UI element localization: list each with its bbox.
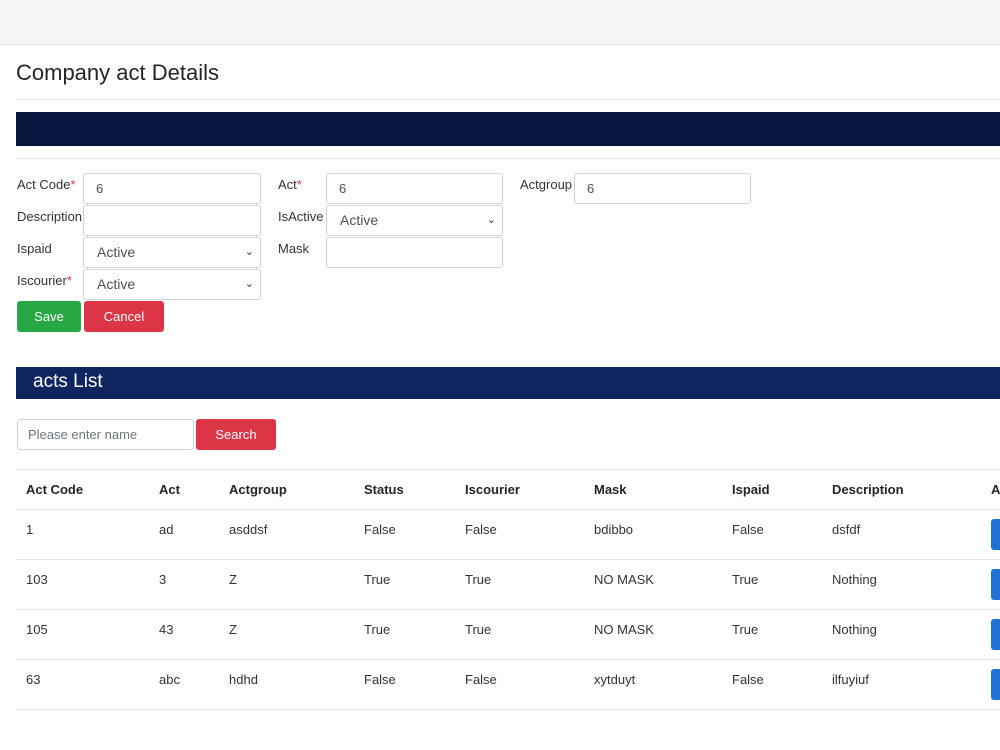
cell-iscourier: False [455, 659, 584, 710]
column-header-status: Status [354, 469, 455, 510]
cancel-button[interactable]: Cancel [84, 301, 164, 332]
act-code-input[interactable]: 6 [83, 173, 261, 204]
chevron-down-icon: ⌄ [486, 214, 496, 226]
cell-actgroup: Z [219, 609, 354, 660]
row-action-button[interactable] [991, 619, 1000, 650]
ispaid-select[interactable]: Active ⌄ [83, 237, 261, 268]
title-divider [16, 99, 1000, 100]
cell-act-code: 63 [16, 659, 149, 710]
cell-status: True [354, 559, 455, 610]
cell-mask: NO MASK [584, 609, 722, 660]
cell-description: Nothing [822, 609, 981, 660]
column-header-actgroup: Actgroup [219, 469, 354, 510]
table-row: 105 43 Z True True NO MASK True Nothing [16, 609, 1000, 660]
cell-act: ad [149, 509, 219, 560]
actgroup-label: Actgroup [520, 177, 573, 192]
iscourier-value: Active [97, 276, 136, 292]
search-input[interactable]: Please enter name [17, 419, 194, 450]
acts-table: Act Code Act Actgroup Status Iscourier M… [16, 469, 1000, 710]
cell-actgroup: Z [219, 559, 354, 610]
column-header-ispaid: Ispaid [722, 469, 822, 510]
cell-actgroup: asddsf [219, 509, 354, 560]
iscourier-select[interactable]: Active ⌄ [83, 269, 261, 300]
mask-label: Mask [278, 241, 310, 256]
cell-act: 3 [149, 559, 219, 610]
cell-mask: NO MASK [584, 559, 722, 610]
table-row: 63 abc hdhd False False xytduyt False il… [16, 659, 1000, 710]
table-header-row: Act Code Act Actgroup Status Iscourier M… [16, 469, 1000, 510]
isactive-select[interactable]: Active ⌄ [326, 205, 503, 236]
cell-act-code: 1 [16, 509, 149, 560]
row-action-button[interactable] [991, 669, 1000, 700]
column-header-actions: A [981, 469, 1000, 510]
cell-act-code: 103 [16, 559, 149, 610]
page-title: Company act Details [16, 60, 219, 85]
cell-actions [981, 559, 1000, 610]
column-header-act: Act [149, 469, 219, 510]
search-button[interactable]: Search [196, 419, 276, 450]
cell-description: dsfdf [822, 509, 981, 560]
cell-actions [981, 609, 1000, 660]
cell-ispaid: False [722, 509, 822, 560]
column-header-description: Description [822, 469, 981, 510]
ispaid-label: Ispaid [17, 241, 52, 256]
cell-status: True [354, 609, 455, 660]
isactive-label: IsActive [278, 209, 324, 224]
cell-actions [981, 659, 1000, 710]
column-header-mask: Mask [584, 469, 722, 510]
act-label: Act* [278, 177, 302, 192]
cell-iscourier: True [455, 609, 584, 660]
table-row: 103 3 Z True True NO MASK True Nothing [16, 559, 1000, 610]
list-title: acts List [33, 371, 103, 392]
top-bar [0, 0, 1000, 45]
ispaid-value: Active [97, 244, 136, 260]
table-row: 1 ad asddsf False False bdibbo False dsf… [16, 509, 1000, 560]
cell-status: False [354, 659, 455, 710]
column-header-act-code: Act Code [16, 469, 149, 510]
act-input[interactable]: 6 [326, 173, 503, 204]
description-label: Description [17, 209, 83, 224]
mask-input[interactable] [326, 237, 503, 268]
form-divider [16, 158, 1000, 159]
chevron-down-icon: ⌄ [244, 246, 254, 258]
cell-actgroup: hdhd [219, 659, 354, 710]
cell-description: Nothing [822, 559, 981, 610]
isactive-value: Active [340, 212, 379, 228]
cell-ispaid: True [722, 609, 822, 660]
cell-actions [981, 509, 1000, 560]
cell-act: abc [149, 659, 219, 710]
row-action-button[interactable] [991, 519, 1000, 550]
actgroup-input[interactable]: 6 [574, 173, 751, 204]
column-header-iscourier: Iscourier [455, 469, 584, 510]
cell-mask: bdibbo [584, 509, 722, 560]
cell-ispaid: False [722, 659, 822, 710]
cell-act: 43 [149, 609, 219, 660]
cell-iscourier: True [455, 559, 584, 610]
form-header-band [16, 112, 1000, 146]
iscourier-label: Iscourier* [17, 273, 72, 288]
description-input[interactable] [83, 205, 261, 236]
cell-mask: xytduyt [584, 659, 722, 710]
list-header-band: acts List [16, 367, 1000, 399]
row-action-button[interactable] [991, 569, 1000, 600]
cell-description: ilfuyiuf [822, 659, 981, 710]
cell-status: False [354, 509, 455, 560]
chevron-down-icon: ⌄ [244, 278, 254, 290]
save-button[interactable]: Save [17, 301, 81, 332]
act-code-label: Act Code* [17, 177, 76, 192]
cell-iscourier: False [455, 509, 584, 560]
cell-ispaid: True [722, 559, 822, 610]
cell-act-code: 105 [16, 609, 149, 660]
